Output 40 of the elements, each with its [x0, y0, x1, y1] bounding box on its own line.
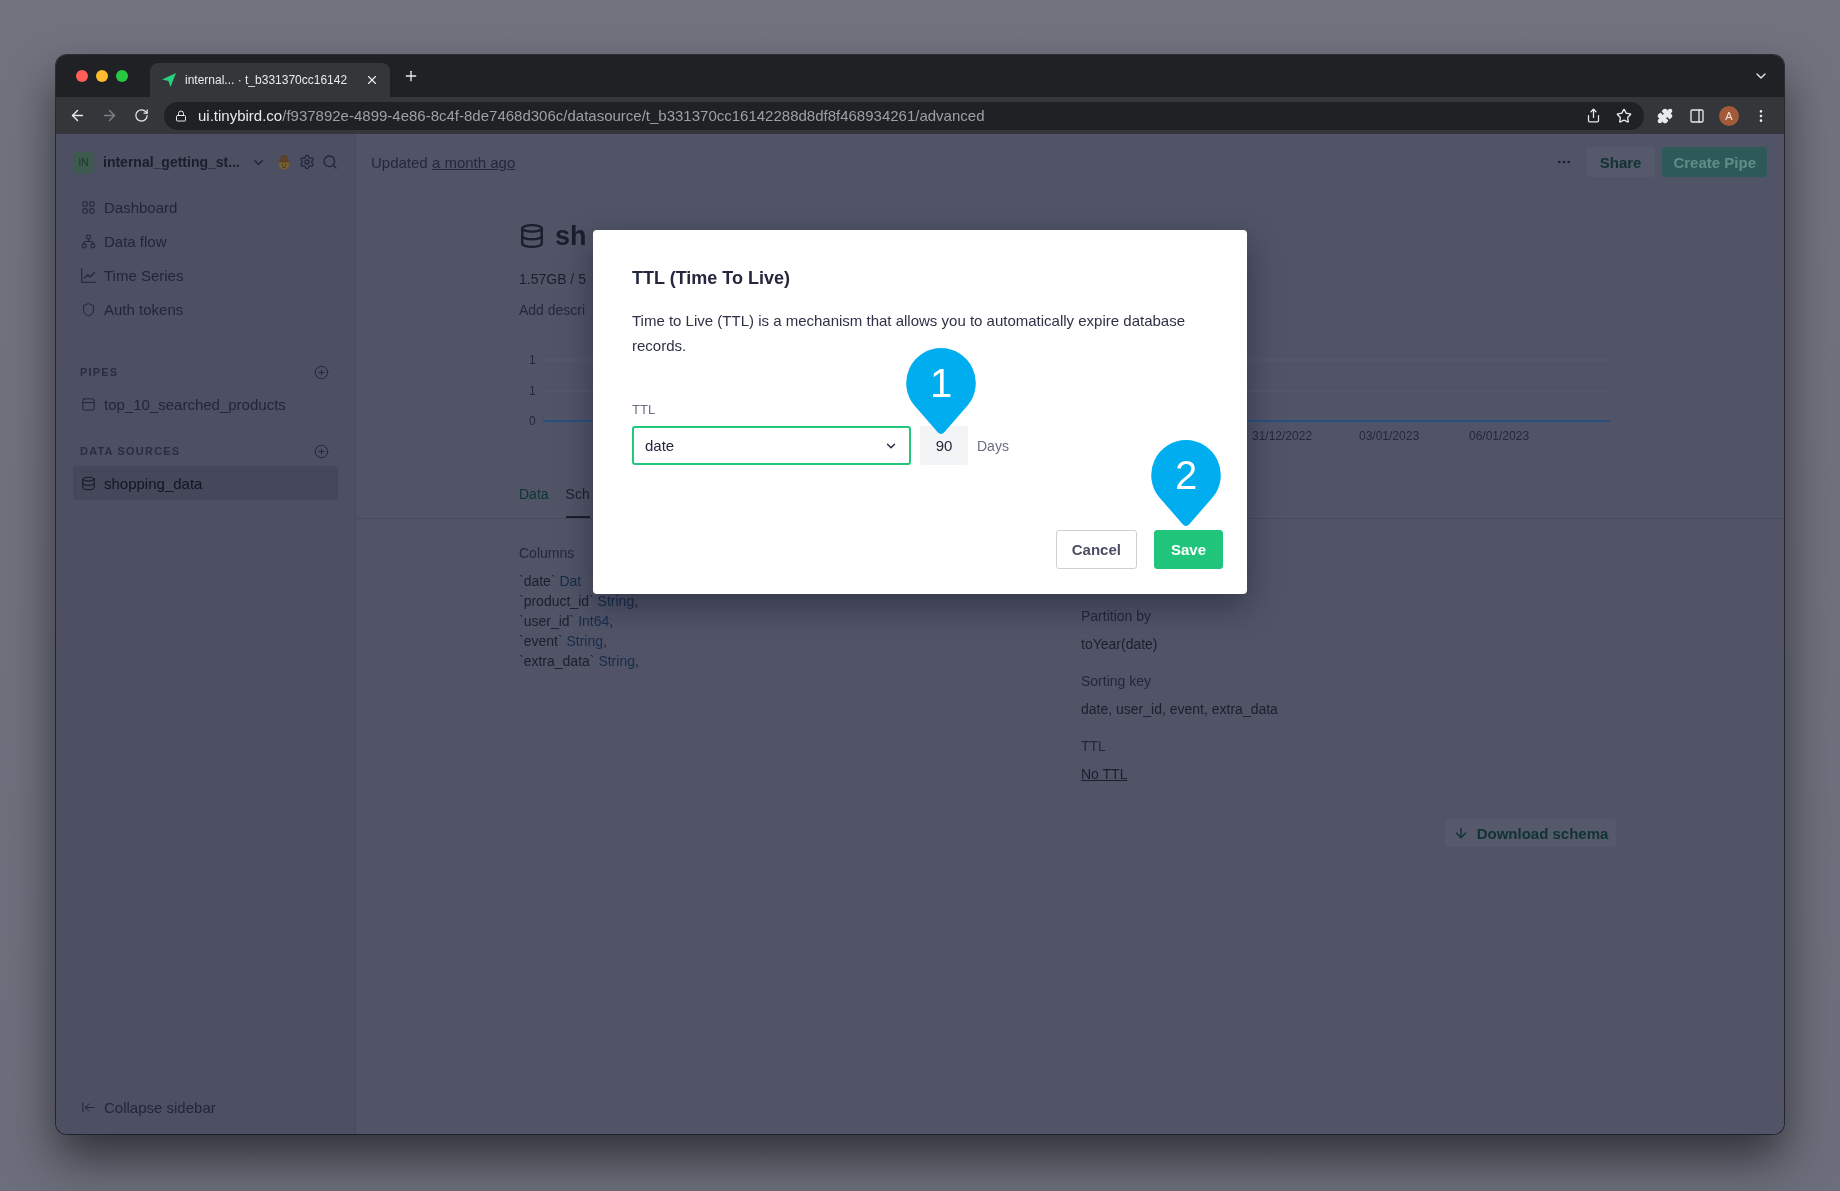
sidebar-item[interactable]: shopping_data — [73, 466, 338, 500]
grid-icon — [81, 199, 96, 215]
step-marker: 1 — [906, 348, 976, 436]
datasource-title: sh — [555, 220, 587, 252]
cancel-button[interactable]: Cancel — [1055, 530, 1137, 569]
save-button[interactable]: Save — [1153, 530, 1223, 569]
column-definition: `event` String, — [519, 632, 607, 651]
secondary-button[interactable]: Share — [1585, 147, 1656, 177]
lock-icon — [175, 109, 187, 122]
plane-icon — [162, 73, 176, 87]
download-button[interactable]: Download schema — [1445, 819, 1616, 847]
column-definition: `extra_data` String, — [519, 652, 639, 671]
column-definition: `date` Dat — [519, 572, 582, 591]
window-close-icon[interactable] — [76, 70, 88, 82]
plus-icon[interactable] — [403, 68, 419, 84]
close-icon[interactable] — [365, 73, 379, 87]
dialog-title: TTL (Time To Live) — [632, 267, 790, 290]
tab[interactable]: Sch — [565, 470, 590, 518]
profile-avatar[interactable]: A — [1719, 105, 1739, 126]
column-definition: `user_id` Int64, — [519, 612, 614, 631]
days-input[interactable]: 90 — [920, 426, 968, 465]
panel-icon — [81, 396, 96, 412]
setting-value: toYear(date) — [1081, 635, 1158, 654]
line-chart-icon — [81, 267, 96, 283]
unit-label: Days — [977, 437, 1009, 454]
setting-value: date, user_id, event, extra_data — [1081, 700, 1278, 719]
window-minimize-icon[interactable] — [96, 70, 108, 82]
window-maximize-icon[interactable] — [116, 70, 128, 82]
field-label: TTL — [632, 401, 656, 419]
hierarchy-icon — [81, 233, 96, 249]
browser-tab[interactable]: internal... · t_b331370cc16142 — [150, 63, 390, 97]
column-select[interactable]: date — [632, 426, 911, 465]
step-marker: 2 — [1151, 440, 1221, 528]
address-bar[interactable]: ui.tinybird.co/f937892e-4899-4e86-8c4f-8de7468d306c/datasource/t_b331370cc16142288d8df8f468934261/advanced — [164, 101, 1644, 130]
setting-link[interactable]: No TTL — [1081, 764, 1128, 784]
shield-icon — [81, 301, 96, 317]
chart-line — [542, 420, 593, 422]
database-icon — [519, 223, 545, 249]
tab[interactable]: Data — [519, 470, 549, 518]
database-icon — [81, 475, 96, 491]
